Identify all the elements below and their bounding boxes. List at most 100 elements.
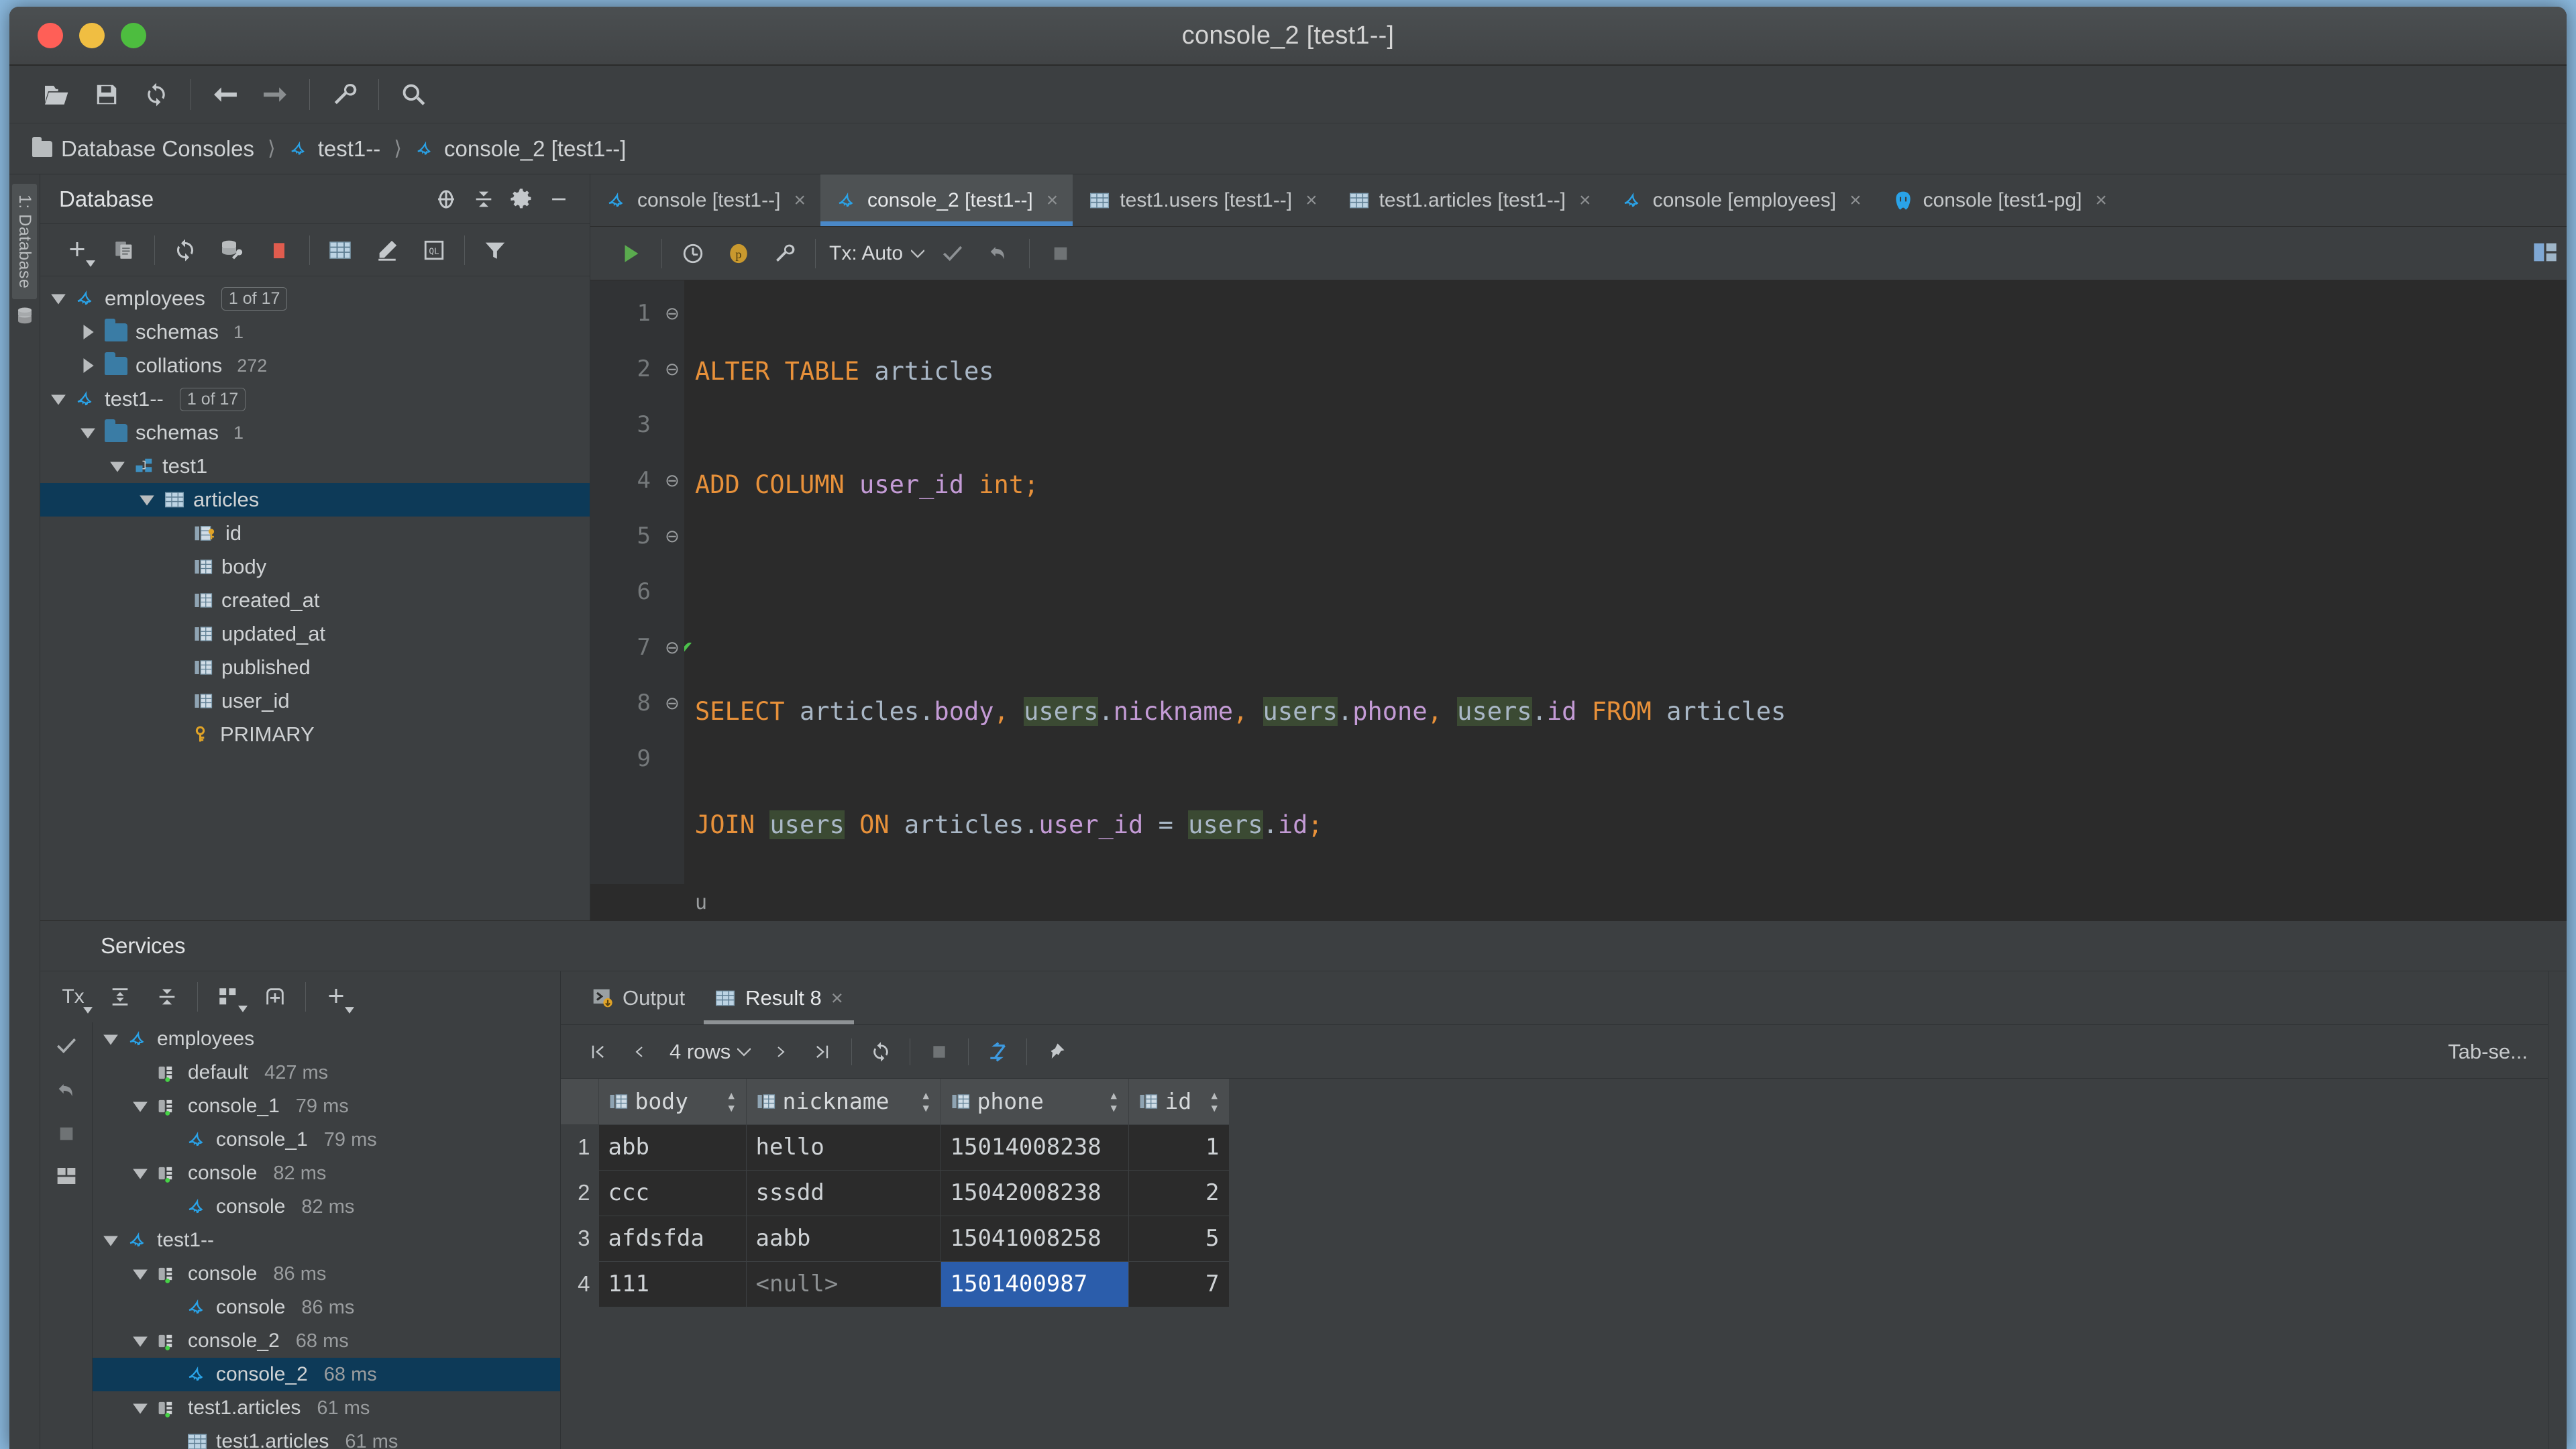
result-tab-output[interactable]: Output: [577, 971, 700, 1024]
commit-icon[interactable]: [930, 233, 975, 274]
close-icon[interactable]: ×: [1305, 189, 1318, 212]
chevron-down-icon[interactable]: [50, 290, 67, 307]
service-item-console[interactable]: console 86 ms: [93, 1291, 560, 1324]
database-stack-icon[interactable]: [15, 306, 35, 326]
sort-icon[interactable]: ▴ ▾: [727, 1086, 736, 1115]
chevron-down-icon[interactable]: [131, 1399, 149, 1417]
tree-item-id[interactable]: id: [40, 517, 590, 550]
chevron-right-icon[interactable]: [79, 323, 97, 341]
fold-toggle-icon[interactable]: ⊖: [660, 286, 684, 341]
sql-editor[interactable]: 1 2 3 4 5 6 7 ✔ 8 9 ⊖ ⊖ ⊖ ⊖ ⊖ ⊖ ALTER TABLE articles A…: [590, 280, 2567, 884]
table-row[interactable]: 4 111 <null> 1501400987 7: [561, 1261, 1230, 1307]
close-icon[interactable]: ×: [1849, 189, 1862, 212]
fold-toggle-icon[interactable]: ⊖: [660, 620, 684, 676]
service-item-test1-articles[interactable]: test1.articles 61 ms: [93, 1425, 560, 1449]
chevron-down-icon[interactable]: [102, 1232, 119, 1249]
pin-icon[interactable]: [1035, 1032, 1077, 1072]
wrench-icon[interactable]: [761, 233, 807, 274]
grid-cell-body[interactable]: 111: [598, 1261, 747, 1307]
locate-icon[interactable]: [427, 180, 465, 218]
fold-toggle-icon[interactable]: ⊖: [660, 676, 684, 731]
service-item-default[interactable]: default 427 ms: [93, 1056, 560, 1089]
database-tree[interactable]: employees 1 of 17 schemas 1 collations 272 tes…: [40, 276, 590, 920]
service-item-test1-articles[interactable]: test1.articles 61 ms: [93, 1391, 560, 1425]
tree-item-collations[interactable]: collations 272: [40, 349, 590, 382]
first-page-icon[interactable]: [577, 1032, 619, 1072]
refresh-icon[interactable]: [162, 229, 209, 271]
close-icon[interactable]: ×: [1579, 189, 1591, 212]
history-icon[interactable]: [670, 233, 716, 274]
grid-cell-nickname[interactable]: hello: [746, 1124, 941, 1171]
grid-column-header-id[interactable]: id ▴ ▾: [1128, 1079, 1230, 1125]
layout-icon[interactable]: [56, 1165, 77, 1190]
forward-icon[interactable]: [250, 72, 300, 117]
add-tab-icon[interactable]: [252, 976, 299, 1018]
grid-cell-nickname[interactable]: sssdd: [746, 1170, 941, 1216]
grid-cell-phone[interactable]: 1501400987: [941, 1261, 1129, 1307]
tree-item-updated-at[interactable]: updated_at: [40, 617, 590, 651]
table-row[interactable]: 1 abb hello 15014008238 1: [561, 1124, 1230, 1171]
add-icon[interactable]: [54, 229, 101, 271]
search-icon[interactable]: [388, 72, 438, 117]
row-count-selector[interactable]: 4 rows: [660, 1040, 760, 1064]
tree-item-user-id[interactable]: user_id: [40, 684, 590, 718]
edit-icon[interactable]: [364, 229, 411, 271]
tree-item-primary[interactable]: PRIMARY: [40, 718, 590, 751]
chevron-down-icon[interactable]: [131, 1097, 149, 1115]
close-icon[interactable]: ×: [1046, 189, 1059, 212]
service-item-console-1[interactable]: console_1 79 ms: [93, 1123, 560, 1157]
add-icon[interactable]: [313, 976, 360, 1018]
sort-icon[interactable]: ▴ ▾: [1109, 1086, 1118, 1115]
grid-cell-phone[interactable]: 15041008258: [941, 1216, 1129, 1262]
chevron-down-icon[interactable]: [79, 424, 97, 441]
fold-toggle-icon[interactable]: ⊖: [660, 508, 684, 564]
editor-tab-test1-articles-test1-[interactable]: test1.articles [test1--] ×: [1332, 174, 1606, 226]
service-item-employees[interactable]: employees: [93, 1022, 560, 1056]
chevron-down-icon[interactable]: [138, 491, 156, 508]
grid-cell-body[interactable]: ccc: [598, 1170, 747, 1216]
grid-cell-id[interactable]: 5: [1128, 1216, 1230, 1262]
next-page-icon[interactable]: [760, 1032, 802, 1072]
editor-layout-icon[interactable]: [2532, 239, 2559, 269]
tree-item-created-at[interactable]: created_at: [40, 584, 590, 617]
open-icon[interactable]: [32, 72, 82, 117]
run-icon[interactable]: [608, 233, 653, 274]
tree-item-body[interactable]: body: [40, 550, 590, 584]
stop-icon[interactable]: [256, 229, 303, 271]
grid-column-header-body[interactable]: body ▴ ▾: [598, 1079, 747, 1125]
editor-tab-console-2-test1-[interactable]: console_2 [test1--] ×: [820, 174, 1073, 226]
results-grid[interactable]: body ▴ ▾ nickname ▴ ▾ phone ▴ ▾ id ▴ ▾ 1 abb hello 150…: [561, 1079, 1230, 1307]
close-icon[interactable]: ×: [2095, 189, 2107, 212]
sidebar-item-database-rail[interactable]: 1: Database: [12, 184, 37, 300]
chevron-right-icon[interactable]: [79, 357, 97, 374]
tree-item-schemas[interactable]: schemas 1: [40, 416, 590, 449]
breadcrumb-item-test1[interactable]: test1--: [289, 136, 380, 162]
results-tabs[interactable]: Output Result 8 ×: [561, 971, 2548, 1025]
grid-cell-id[interactable]: 7: [1128, 1261, 1230, 1307]
table-row[interactable]: 3 afdsfda aabb 15041008258 5: [561, 1216, 1230, 1262]
code-folding-gutter[interactable]: ⊖ ⊖ ⊖ ⊖ ⊖ ⊖: [660, 280, 684, 884]
results-grid-wrapper[interactable]: body ▴ ▾ nickname ▴ ▾ phone ▴ ▾ id ▴ ▾ 1 abb hello 150…: [561, 1079, 2548, 1449]
group-icon[interactable]: [205, 976, 252, 1018]
table-icon[interactable]: [317, 229, 364, 271]
collapse-all-icon[interactable]: [144, 976, 191, 1018]
rollback-icon[interactable]: [975, 233, 1021, 274]
chevron-down-icon[interactable]: [131, 1332, 149, 1350]
service-item-test1-[interactable]: test1--: [93, 1224, 560, 1257]
close-icon[interactable]: ×: [831, 986, 843, 1010]
grid-cell-body[interactable]: abb: [598, 1124, 747, 1171]
chevron-down-icon[interactable]: [50, 390, 67, 408]
tree-item-published[interactable]: published: [40, 651, 590, 684]
chevron-down-icon[interactable]: [102, 1030, 119, 1048]
grid-cell-id[interactable]: 2: [1128, 1170, 1230, 1216]
fold-toggle-icon[interactable]: ⊖: [660, 341, 684, 397]
grid-cell-id[interactable]: 1: [1128, 1124, 1230, 1171]
service-item-console[interactable]: console 82 ms: [93, 1190, 560, 1224]
grid-cell-nickname[interactable]: <null>: [746, 1261, 941, 1307]
tx-icon[interactable]: Tx: [50, 976, 97, 1018]
tree-item-employees[interactable]: employees 1 of 17: [40, 282, 590, 315]
chevron-down-icon[interactable]: [131, 1265, 149, 1283]
chevron-down-icon[interactable]: [131, 1165, 149, 1182]
service-item-console-1[interactable]: console_1 79 ms: [93, 1089, 560, 1123]
tree-item-test1-[interactable]: test1-- 1 of 17: [40, 382, 590, 416]
